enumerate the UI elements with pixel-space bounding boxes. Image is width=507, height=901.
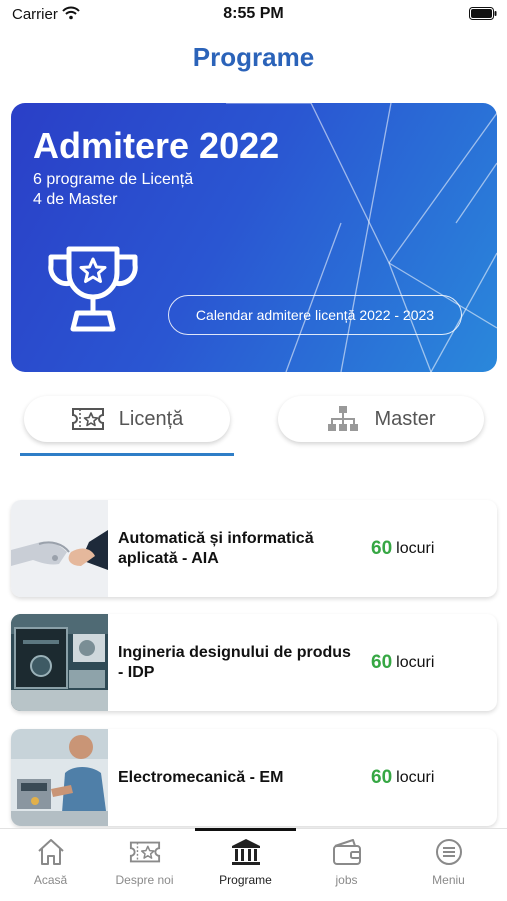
selected-tab-indicator xyxy=(20,453,234,456)
active-tab-indicator xyxy=(195,828,296,831)
program-seats: 60 locuri xyxy=(371,500,434,597)
home-icon xyxy=(37,839,64,865)
nav-label: Meniu xyxy=(432,873,465,887)
nav-label: Despre noi xyxy=(115,873,174,887)
nav-jobs[interactable]: jobs xyxy=(296,837,397,887)
seats-label: locuri xyxy=(396,653,435,671)
nav-programe[interactable]: Programe xyxy=(195,837,296,887)
robot-handshake-image xyxy=(11,500,108,597)
nav-meniu[interactable]: Meniu xyxy=(398,837,499,887)
program-name: Automatică și informatică aplicată - AIA xyxy=(118,529,314,567)
nav-label: Programe xyxy=(219,873,272,887)
program-card-idp[interactable]: Ingineria designului de produs - IDP 60 … xyxy=(11,614,497,711)
clock: 8:55 PM xyxy=(223,5,284,22)
seats-count: 60 xyxy=(371,651,393,673)
tab-master-label: Master xyxy=(374,407,436,430)
seats-label: locuri xyxy=(396,768,435,786)
banner-subtitle-bachelor: 6 programe de Licență xyxy=(33,171,194,188)
seats-label: locuri xyxy=(396,539,435,557)
admission-calendar-button[interactable]: Calendar admitere licență 2022 - 2023 xyxy=(168,295,462,335)
banner-subtitle-master: 4 de Master xyxy=(33,191,118,208)
bottom-tab-bar: Acasă Despre noi Programe jobs Meniu xyxy=(0,828,507,901)
nav-acasa[interactable]: Acasă xyxy=(0,837,101,887)
program-card-aia[interactable]: Automatică și informatică aplicată - AIA… xyxy=(11,500,497,597)
nav-despre-noi[interactable]: Despre noi xyxy=(94,837,195,887)
nav-label: jobs xyxy=(335,873,358,887)
admission-banner: Admitere 2022 6 programe de Licență 4 de… xyxy=(11,103,497,372)
program-name: Electromecanică - EM xyxy=(118,768,284,786)
ticket-star-icon xyxy=(71,408,104,430)
3d-printer-image xyxy=(11,614,108,711)
tab-licenta-label: Licență xyxy=(118,407,184,430)
trophy-icon xyxy=(48,246,138,332)
electronics-workshop-image xyxy=(11,729,108,826)
seats-count: 60 xyxy=(371,766,393,788)
program-card-em[interactable]: Electromecanică - EM 60 locuri xyxy=(11,729,497,826)
program-seats: 60 locuri xyxy=(371,614,434,711)
status-bar: Carrier 8:55 PM xyxy=(0,0,507,28)
seats-count: 60 xyxy=(371,537,393,559)
program-seats: 60 locuri xyxy=(371,729,434,826)
battery-icon xyxy=(469,7,497,20)
tab-master[interactable]: Master xyxy=(278,396,484,442)
page-title: Programe xyxy=(192,42,315,72)
wallet-icon xyxy=(332,839,361,865)
program-name: Ingineria designului de produs - IDP xyxy=(118,643,351,681)
institution-icon xyxy=(231,839,260,865)
nav-label: Acasă xyxy=(33,873,68,887)
ticket-star-icon xyxy=(129,841,160,863)
tab-licenta[interactable]: Licență xyxy=(24,396,230,442)
menu-icon xyxy=(435,839,462,865)
banner-title: Admitere 2022 xyxy=(33,125,280,166)
hierarchy-icon xyxy=(328,406,359,431)
